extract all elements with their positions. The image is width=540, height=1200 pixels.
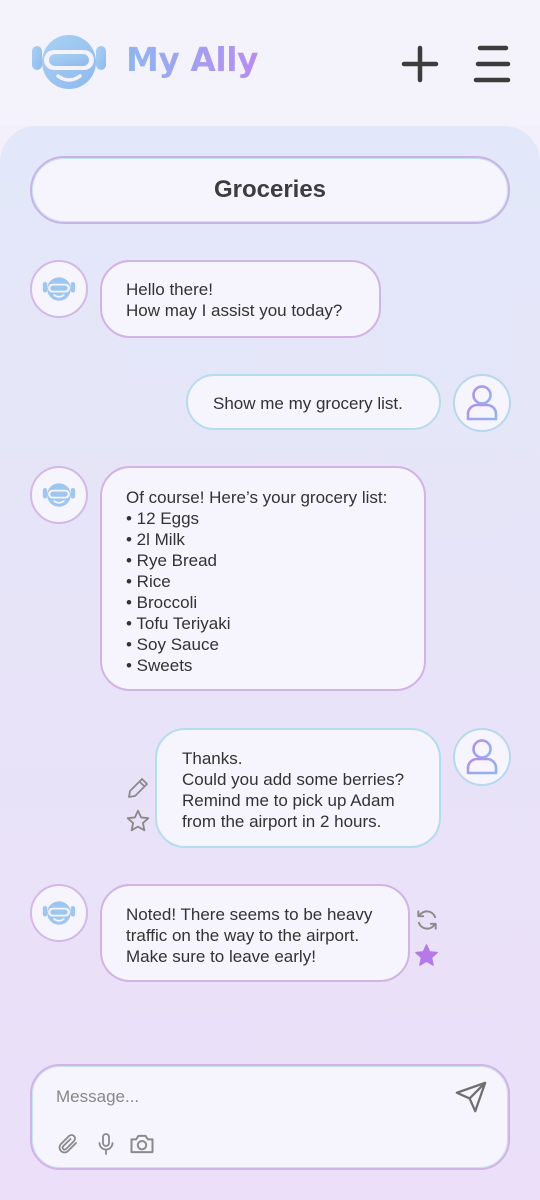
list-item: • Rice xyxy=(126,572,171,591)
list-item: • Tofu Teriyaki xyxy=(126,614,231,633)
message-line: from the airport in 2 hours. xyxy=(182,812,382,831)
robot-icon xyxy=(42,483,76,507)
message-line: How may I assist you today? xyxy=(126,301,343,320)
app-name: My Ally xyxy=(126,40,259,79)
message-line: Thanks. xyxy=(182,749,243,768)
user-avatar xyxy=(453,374,511,432)
message-line: Hello there! xyxy=(126,280,213,299)
microphone-icon[interactable] xyxy=(94,1132,118,1156)
message-line: Remind me to pick up Adam xyxy=(182,791,395,810)
message-line: Noted! There seems to be heavy xyxy=(126,905,373,924)
star-filled-icon[interactable] xyxy=(413,942,440,969)
message-line: Make sure to leave early! xyxy=(126,947,316,966)
message-line: Show me my grocery list. xyxy=(213,394,403,413)
robot-icon xyxy=(42,277,76,301)
message-composer xyxy=(30,1064,510,1170)
robot-logo-icon xyxy=(32,35,106,89)
send-icon[interactable] xyxy=(454,1080,488,1114)
message-line: Could you add some berries? xyxy=(182,770,405,789)
camera-icon[interactable] xyxy=(128,1130,156,1158)
bot-avatar xyxy=(30,466,88,524)
bot-message: Of course! Here’s your grocery list: • 1… xyxy=(100,466,426,691)
list-item: • Rye Bread xyxy=(126,551,217,570)
user-icon xyxy=(466,385,498,421)
list-item: • Sweets xyxy=(126,656,193,675)
bot-message: Noted! There seems to be heavy traffic o… xyxy=(100,884,410,982)
list-item: • 2l Milk xyxy=(126,530,185,549)
regenerate-icon[interactable] xyxy=(414,907,440,933)
edit-icon[interactable] xyxy=(126,776,150,800)
message-input[interactable] xyxy=(56,1082,436,1112)
star-outline-icon[interactable] xyxy=(125,808,151,834)
list-item: • Broccoli xyxy=(126,593,198,612)
menu-icon[interactable] xyxy=(472,44,512,84)
bot-message: Hello there! How may I assist you today? xyxy=(100,260,381,338)
app-header: My Ally xyxy=(0,0,540,126)
message-line: Of course! Here’s your grocery list: xyxy=(126,488,388,507)
conversation-title[interactable]: Groceries xyxy=(30,156,510,224)
list-item: • Soy Sauce xyxy=(126,635,219,654)
bot-avatar xyxy=(30,884,88,942)
paperclip-icon[interactable] xyxy=(56,1132,80,1156)
list-item: • 12 Eggs xyxy=(126,509,200,528)
robot-icon xyxy=(42,901,76,925)
plus-icon[interactable] xyxy=(400,44,440,84)
message-line: traffic on the way to the airport. xyxy=(126,926,360,945)
user-avatar xyxy=(453,728,511,786)
conversation-title-text: Groceries xyxy=(213,176,327,203)
bot-avatar xyxy=(30,260,88,318)
user-message: Show me my grocery list. xyxy=(186,374,441,430)
user-message: Thanks. Could you add some berries? Remi… xyxy=(155,728,441,848)
user-icon xyxy=(466,739,498,775)
